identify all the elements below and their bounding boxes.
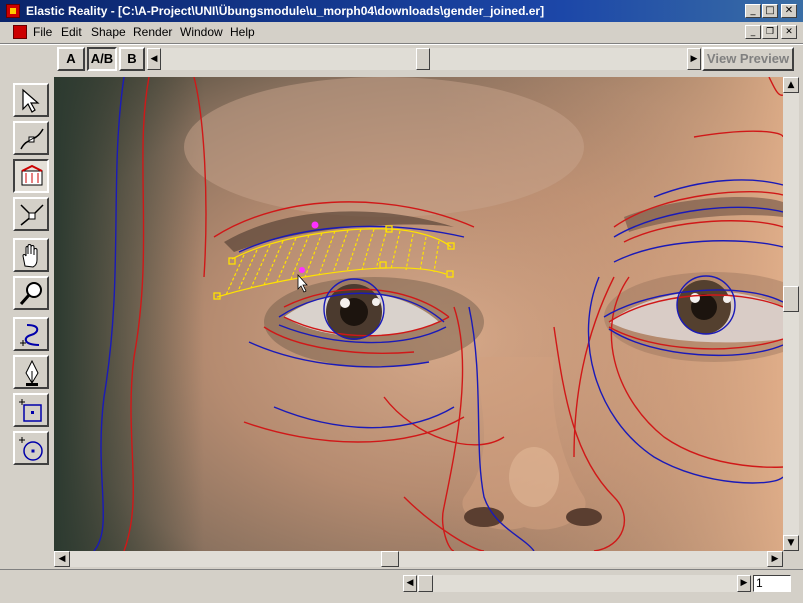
- frame-number-field[interactable]: 1: [753, 575, 791, 592]
- freehand-curve-icon: [20, 324, 40, 346]
- face-image: [54, 77, 783, 551]
- pen-tool-button[interactable]: [13, 355, 49, 389]
- window-title: Elastic Reality - [C:\A-Project\UNI\Übun…: [26, 4, 545, 18]
- correspondence-tool-button[interactable]: [13, 159, 49, 193]
- vertical-scroll-thumb[interactable]: [783, 286, 799, 312]
- menu-render[interactable]: Render: [133, 25, 172, 39]
- select-arrow-icon: [22, 88, 40, 113]
- title-bar[interactable]: Elastic Reality - [C:\A-Project\UNI\Übun…: [0, 0, 803, 22]
- view-a-button[interactable]: A: [57, 47, 85, 71]
- frame-left-arrow-icon[interactable]: ◀: [403, 575, 417, 592]
- circle-shape-icon: [19, 437, 43, 461]
- menu-window[interactable]: Window: [180, 25, 223, 39]
- doc-minimize-icon[interactable]: _: [745, 25, 761, 39]
- document-icon[interactable]: [13, 25, 27, 39]
- horizontal-scrollbar[interactable]: [54, 551, 783, 567]
- doc-restore-icon[interactable]: ❐: [762, 25, 778, 39]
- pan-tool-button[interactable]: [13, 238, 49, 272]
- frame-slider-thumb[interactable]: [418, 575, 433, 592]
- pen-nib-icon: [25, 359, 39, 386]
- select-tool-button[interactable]: [13, 83, 49, 117]
- hand-pan-icon: [22, 244, 38, 268]
- vertical-scrollbar[interactable]: [783, 77, 799, 551]
- horizontal-scroll-thumb[interactable]: [381, 551, 399, 567]
- menu-file[interactable]: File: [33, 25, 52, 39]
- circle-tool-button[interactable]: [13, 431, 49, 465]
- scroll-right-icon[interactable]: ▶: [767, 551, 783, 567]
- point-edit-tool-button[interactable]: [13, 121, 49, 155]
- zoom-tool-button[interactable]: [13, 276, 49, 310]
- scroll-left-icon[interactable]: ◀: [54, 551, 70, 567]
- menu-help[interactable]: Help: [230, 25, 255, 39]
- view-ab-button[interactable]: A/B: [87, 47, 117, 71]
- rectangle-tool-button[interactable]: [13, 393, 49, 427]
- view-b-button[interactable]: B: [119, 47, 145, 71]
- freehand-tool-button[interactable]: [13, 317, 49, 351]
- zoom-magnifier-icon: [19, 282, 42, 305]
- frame-slider-track[interactable]: [417, 575, 737, 592]
- frame-right-arrow-icon[interactable]: ▶: [737, 575, 751, 592]
- doc-close-icon[interactable]: ✕: [781, 25, 797, 39]
- menu-edit[interactable]: Edit: [61, 25, 82, 39]
- correspondence-icon: [21, 164, 43, 186]
- scroll-down-icon[interactable]: ▼: [783, 535, 799, 551]
- app-icon[interactable]: [6, 4, 20, 18]
- join-icon: [20, 204, 44, 226]
- join-tool-button[interactable]: [13, 197, 49, 231]
- menu-shape[interactable]: Shape: [91, 25, 126, 39]
- view-preview-button[interactable]: View Preview: [702, 47, 794, 71]
- maximize-icon[interactable]: □: [762, 4, 778, 18]
- point-edit-icon: [20, 128, 44, 150]
- morph-canvas[interactable]: [54, 77, 783, 551]
- timeline-thumb[interactable]: [416, 48, 430, 70]
- timeline-right-arrow-icon[interactable]: ▶: [687, 48, 701, 70]
- close-icon[interactable]: ✕: [781, 4, 797, 18]
- scroll-up-icon[interactable]: ▲: [783, 77, 799, 93]
- rectangle-shape-icon: [19, 399, 42, 422]
- minimize-icon[interactable]: _: [745, 4, 761, 18]
- timeline-left-arrow-icon[interactable]: ◀: [147, 48, 161, 70]
